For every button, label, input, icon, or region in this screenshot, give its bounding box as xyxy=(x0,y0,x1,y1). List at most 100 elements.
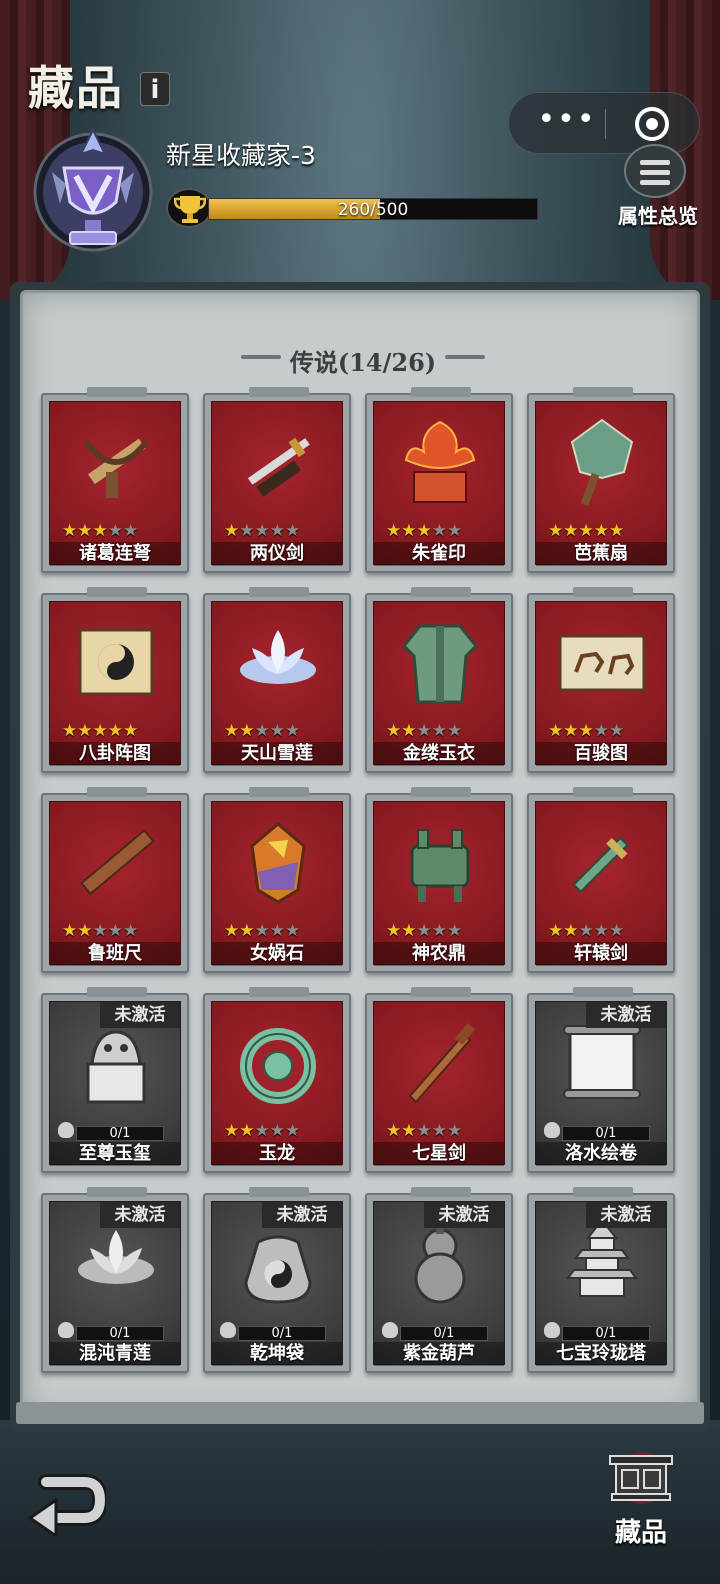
collection-card[interactable]: ★★★★★ 鲁班尺 xyxy=(41,787,189,973)
star-empty-icon: ★ xyxy=(269,921,285,941)
card-frame: ★★★★★ 诸葛连弩 xyxy=(49,401,181,566)
star-rating: ★★★★★ xyxy=(224,722,334,740)
collection-card[interactable]: ★★★★★ 天山雪莲 xyxy=(203,587,351,773)
collection-panel: 传说(14/26) ★★★★★ 诸葛连弩 ★★★★★ 两仪剑 ★★★★★ 朱雀印 ★★★★★… xyxy=(20,290,700,1418)
collection-card[interactable]: ★★★★★ 女娲石 xyxy=(203,787,351,973)
star-filled-icon: ★ xyxy=(239,721,255,741)
fragment-icon xyxy=(58,1122,74,1138)
attribute-overview-button[interactable]: 属性总览 xyxy=(610,144,706,228)
collection-card[interactable]: ★★★★★ 朱雀印 xyxy=(365,387,513,573)
card-frame: ★★★★★ 神农鼎 xyxy=(373,801,505,966)
star-rating: ★★★★★ xyxy=(386,722,496,740)
card-name: 两仪剑 xyxy=(212,542,342,566)
close-target-icon[interactable] xyxy=(635,107,669,141)
fragment-icon xyxy=(220,1322,236,1338)
card-frame: ★★★★★ 天山雪莲 xyxy=(211,601,343,766)
fragment-progress: 0/1 xyxy=(76,1326,164,1341)
trophy-icon xyxy=(166,188,212,228)
collection-card[interactable]: ★★★★★ 轩辕剑 xyxy=(527,787,675,973)
collection-card[interactable]: ★★★★★ 神农鼎 xyxy=(365,787,513,973)
card-name: 轩辕剑 xyxy=(536,942,666,966)
collection-card[interactable]: ★★★★★ 诸葛连弩 xyxy=(41,387,189,573)
star-filled-icon: ★ xyxy=(62,521,78,541)
star-filled-icon: ★ xyxy=(416,521,432,541)
list-icon xyxy=(624,144,686,198)
card-frame: ★★★★★ 芭蕉扇 xyxy=(535,401,667,566)
more-options-icon[interactable]: ••• xyxy=(537,105,597,138)
card-name: 玉龙 xyxy=(212,1142,342,1166)
star-empty-icon: ★ xyxy=(609,721,625,741)
collection-card[interactable]: 未激活 0/1 至尊玉玺 xyxy=(41,987,189,1173)
star-filled-icon: ★ xyxy=(386,921,402,941)
collection-tab[interactable]: 藏品 xyxy=(596,1448,686,1558)
card-name: 神农鼎 xyxy=(374,942,504,966)
card-name: 芭蕉扇 xyxy=(536,542,666,566)
panel-bottom-edge xyxy=(16,1402,704,1424)
collection-card[interactable]: 未激活 0/1 七宝玲珑塔 xyxy=(527,1187,675,1373)
collection-progress-bar: 260/500 xyxy=(208,198,538,220)
rank-badge-icon[interactable] xyxy=(30,124,156,260)
card-frame: ★★★★★ 百骏图 xyxy=(535,601,667,766)
star-filled-icon: ★ xyxy=(548,521,564,541)
star-rating: ★★★★★ xyxy=(386,922,496,940)
card-name: 紫金葫芦 xyxy=(374,1342,504,1366)
star-empty-icon: ★ xyxy=(269,1121,285,1141)
fragment-icon xyxy=(382,1322,398,1338)
collection-card[interactable]: ★★★★★ 百骏图 xyxy=(527,587,675,773)
star-rating: ★★★★★ xyxy=(224,522,334,540)
fragment-icon xyxy=(544,1122,560,1138)
star-rating: ★★★★★ xyxy=(62,922,172,940)
card-tab xyxy=(573,1187,633,1197)
capsule-divider xyxy=(605,109,606,139)
jade-dragon-icon xyxy=(228,1012,328,1112)
card-tab xyxy=(411,387,471,397)
info-icon[interactable]: i xyxy=(140,72,170,106)
collection-card[interactable]: 未激活 0/1 洛水绘卷 xyxy=(527,987,675,1173)
card-frame: 未激活 0/1 七宝玲珑塔 xyxy=(535,1201,667,1366)
star-empty-icon: ★ xyxy=(254,921,270,941)
collection-cabinet-icon xyxy=(609,1452,673,1504)
card-tab xyxy=(87,987,147,997)
inactive-tag: 未激活 xyxy=(424,1202,504,1228)
card-tab xyxy=(573,987,633,997)
star-empty-icon: ★ xyxy=(609,921,625,941)
item-grid: ★★★★★ 诸葛连弩 ★★★★★ 两仪剑 ★★★★★ 朱雀印 ★★★★★ 芭蕉扇 ★★★★★ 八卦… xyxy=(41,387,687,1383)
star-filled-icon: ★ xyxy=(224,1121,240,1141)
star-rating: ★★★★★ xyxy=(386,1122,496,1140)
star-filled-icon: ★ xyxy=(224,521,240,541)
star-filled-icon: ★ xyxy=(77,921,93,941)
card-name: 女娲石 xyxy=(212,942,342,966)
collection-card[interactable]: ★★★★★ 芭蕉扇 xyxy=(527,387,675,573)
star-filled-icon: ★ xyxy=(107,721,123,741)
card-name: 至尊玉玺 xyxy=(50,1142,180,1166)
card-frame: ★★★★★ 轩辕剑 xyxy=(535,801,667,966)
collection-card[interactable]: ★★★★★ 八卦阵图 xyxy=(41,587,189,773)
star-empty-icon: ★ xyxy=(578,921,594,941)
card-frame: ★★★★★ 朱雀印 xyxy=(373,401,505,566)
collection-card[interactable]: ★★★★★ 七星剑 xyxy=(365,987,513,1173)
star-empty-icon: ★ xyxy=(269,721,285,741)
section-title: 传说(14/26) xyxy=(289,348,437,377)
star-filled-icon: ★ xyxy=(224,721,240,741)
collection-card[interactable]: 未激活 0/1 混沌青莲 xyxy=(41,1187,189,1373)
fan-icon xyxy=(552,412,652,512)
back-button[interactable] xyxy=(26,1464,109,1539)
card-tab xyxy=(411,787,471,797)
card-tab xyxy=(249,587,309,597)
collection-card[interactable]: 未激活 0/1 乾坤袋 xyxy=(203,1187,351,1373)
star-filled-icon: ★ xyxy=(548,921,564,941)
star-filled-icon: ★ xyxy=(123,721,139,741)
star-empty-icon: ★ xyxy=(431,521,447,541)
star-rating: ★★★★★ xyxy=(62,522,172,540)
star-empty-icon: ★ xyxy=(123,521,139,541)
card-frame: 未激活 0/1 至尊玉玺 xyxy=(49,1001,181,1166)
card-tab xyxy=(87,587,147,597)
star-filled-icon: ★ xyxy=(401,921,417,941)
star-filled-icon: ★ xyxy=(401,521,417,541)
collection-card[interactable]: 未激活 0/1 紫金葫芦 xyxy=(365,1187,513,1373)
star-empty-icon: ★ xyxy=(285,1121,301,1141)
card-tab xyxy=(249,1187,309,1197)
collection-card[interactable]: ★★★★★ 金缕玉衣 xyxy=(365,587,513,773)
collection-card[interactable]: ★★★★★ 两仪剑 xyxy=(203,387,351,573)
collection-card[interactable]: ★★★★★ 玉龙 xyxy=(203,987,351,1173)
